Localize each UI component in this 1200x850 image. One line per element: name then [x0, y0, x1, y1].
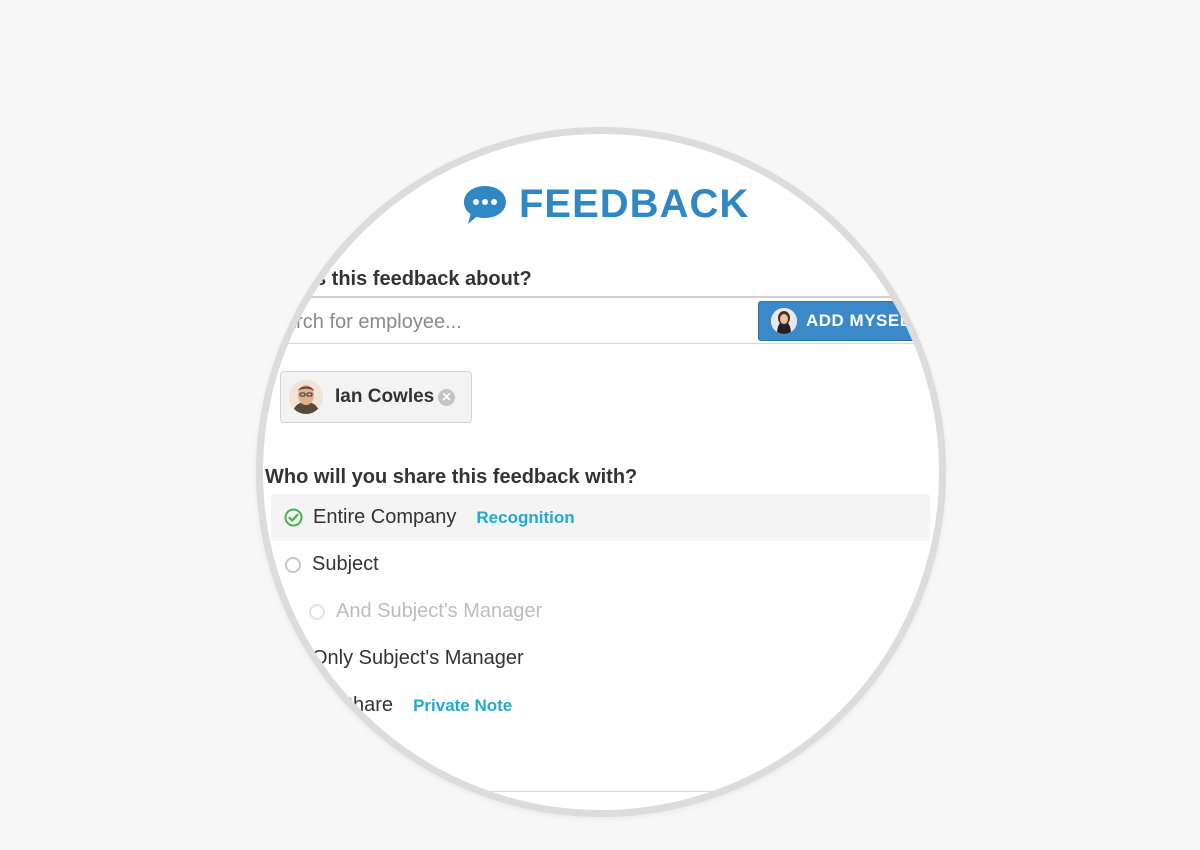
partial-section-text: entati [553, 809, 602, 810]
share-option-subject[interactable]: Subject [271, 541, 930, 588]
divider [263, 791, 939, 792]
remove-chip-icon[interactable]: ✕ [438, 389, 455, 406]
check-circle-icon [284, 508, 303, 527]
private-note-tag: Private Note [413, 695, 513, 715]
option-label: And Subject's Manager [336, 600, 543, 622]
user-avatar-icon [771, 308, 797, 334]
option-label: Not Share [303, 694, 394, 716]
page: FEEDBACK s this feedback about? ADD MYSE… [0, 0, 1200, 850]
avatar [289, 380, 323, 414]
option-label: Only Subject's Manager [312, 647, 524, 669]
page-title: FEEDBACK [461, 182, 749, 227]
employee-search-input[interactable] [283, 306, 747, 338]
share-question: Who will you share this feedback with? [265, 466, 638, 488]
avatar [771, 308, 797, 334]
chat-bubble-icon [464, 185, 506, 224]
radio-icon [309, 603, 325, 620]
about-question: s this feedback about? [315, 268, 532, 290]
share-option-only-subjects-manager[interactable]: Only Subject's Manager [271, 635, 930, 682]
title-text: FEEDBACK [519, 182, 750, 226]
recognition-tag: Recognition [476, 507, 575, 527]
radio-icon [285, 556, 301, 573]
share-option-do-not-share[interactable]: Not Share Private Note [303, 682, 930, 729]
magnifier-lens: FEEDBACK s this feedback about? ADD MYSE… [256, 127, 946, 817]
employee-name: Ian Cowles [335, 386, 435, 407]
share-option-entire-company[interactable]: Entire Company Recognition [271, 494, 930, 541]
option-label: Entire Company [313, 506, 457, 528]
share-option-and-subjects-manager: And Subject's Manager [295, 588, 930, 635]
option-label: Subject [312, 553, 379, 575]
selected-employee-chip: Ian Cowles ✕ [280, 371, 472, 423]
employee-search-row: ADD MYSELF [263, 296, 939, 344]
add-myself-label: ADD MYSELF [806, 311, 922, 330]
add-myself-button[interactable]: ADD MYSELF [758, 301, 939, 341]
employee-avatar-icon [289, 380, 323, 414]
